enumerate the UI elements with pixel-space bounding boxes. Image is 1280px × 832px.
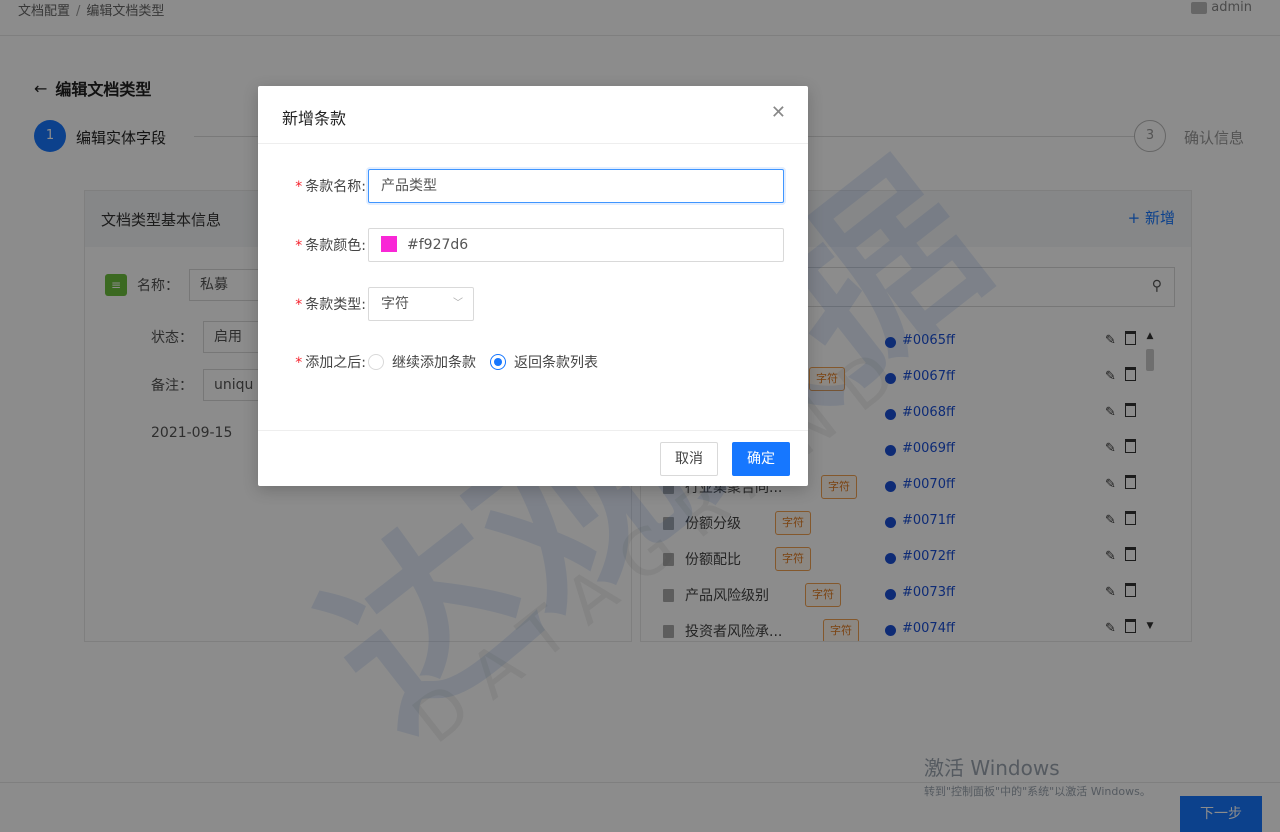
radio-button[interactable] [368,354,384,370]
clause-type-value: 字符 [381,296,409,312]
color-swatch[interactable] [381,236,397,252]
modal-title: 新增条款 [282,109,347,128]
after-add-radio-group: 继续添加条款 返回条款列表 [368,352,598,372]
clause-type-select[interactable]: 字符 ﹀ [368,287,474,321]
clause-color-value: #f927d6 [407,237,469,253]
add-clause-modal: 新增条款 ✕ * 条款名称: 产品类型 * 条款颜色: #f927d6 * 条款类型:… [258,86,808,486]
clause-color-label: * 条款颜色: [295,238,366,254]
after-add-row: * 添加之后: 继续添加条款 返回条款列表 [282,352,598,372]
modal-footer: 取消 确定 [258,430,808,486]
modal-header: 新增条款 ✕ [258,86,808,144]
clause-name-input[interactable]: 产品类型 [368,169,784,203]
clause-type-label: * 条款类型: [295,297,366,313]
chevron-down-icon: ﹀ [453,298,463,309]
close-icon[interactable]: ✕ [771,102,786,123]
clause-type-row: * 条款类型: 字符 ﹀ [282,287,474,321]
radio-continue-add-label: 继续添加条款 [392,355,476,371]
clause-name-label: * 条款名称: [295,179,366,195]
radio-button[interactable] [490,354,506,370]
clause-color-row: * 条款颜色: #f927d6 [282,228,784,262]
radio-return-list-label: 返回条款列表 [514,355,598,371]
clause-color-input[interactable]: #f927d6 [368,228,784,262]
clause-name-row: * 条款名称: 产品类型 [282,169,784,203]
after-add-label: * 添加之后: [295,355,366,371]
radio-return-list[interactable]: 返回条款列表 [490,352,598,372]
radio-continue-add[interactable]: 继续添加条款 [368,352,476,372]
cancel-button[interactable]: 取消 [660,442,718,476]
confirm-button[interactable]: 确定 [732,442,790,476]
